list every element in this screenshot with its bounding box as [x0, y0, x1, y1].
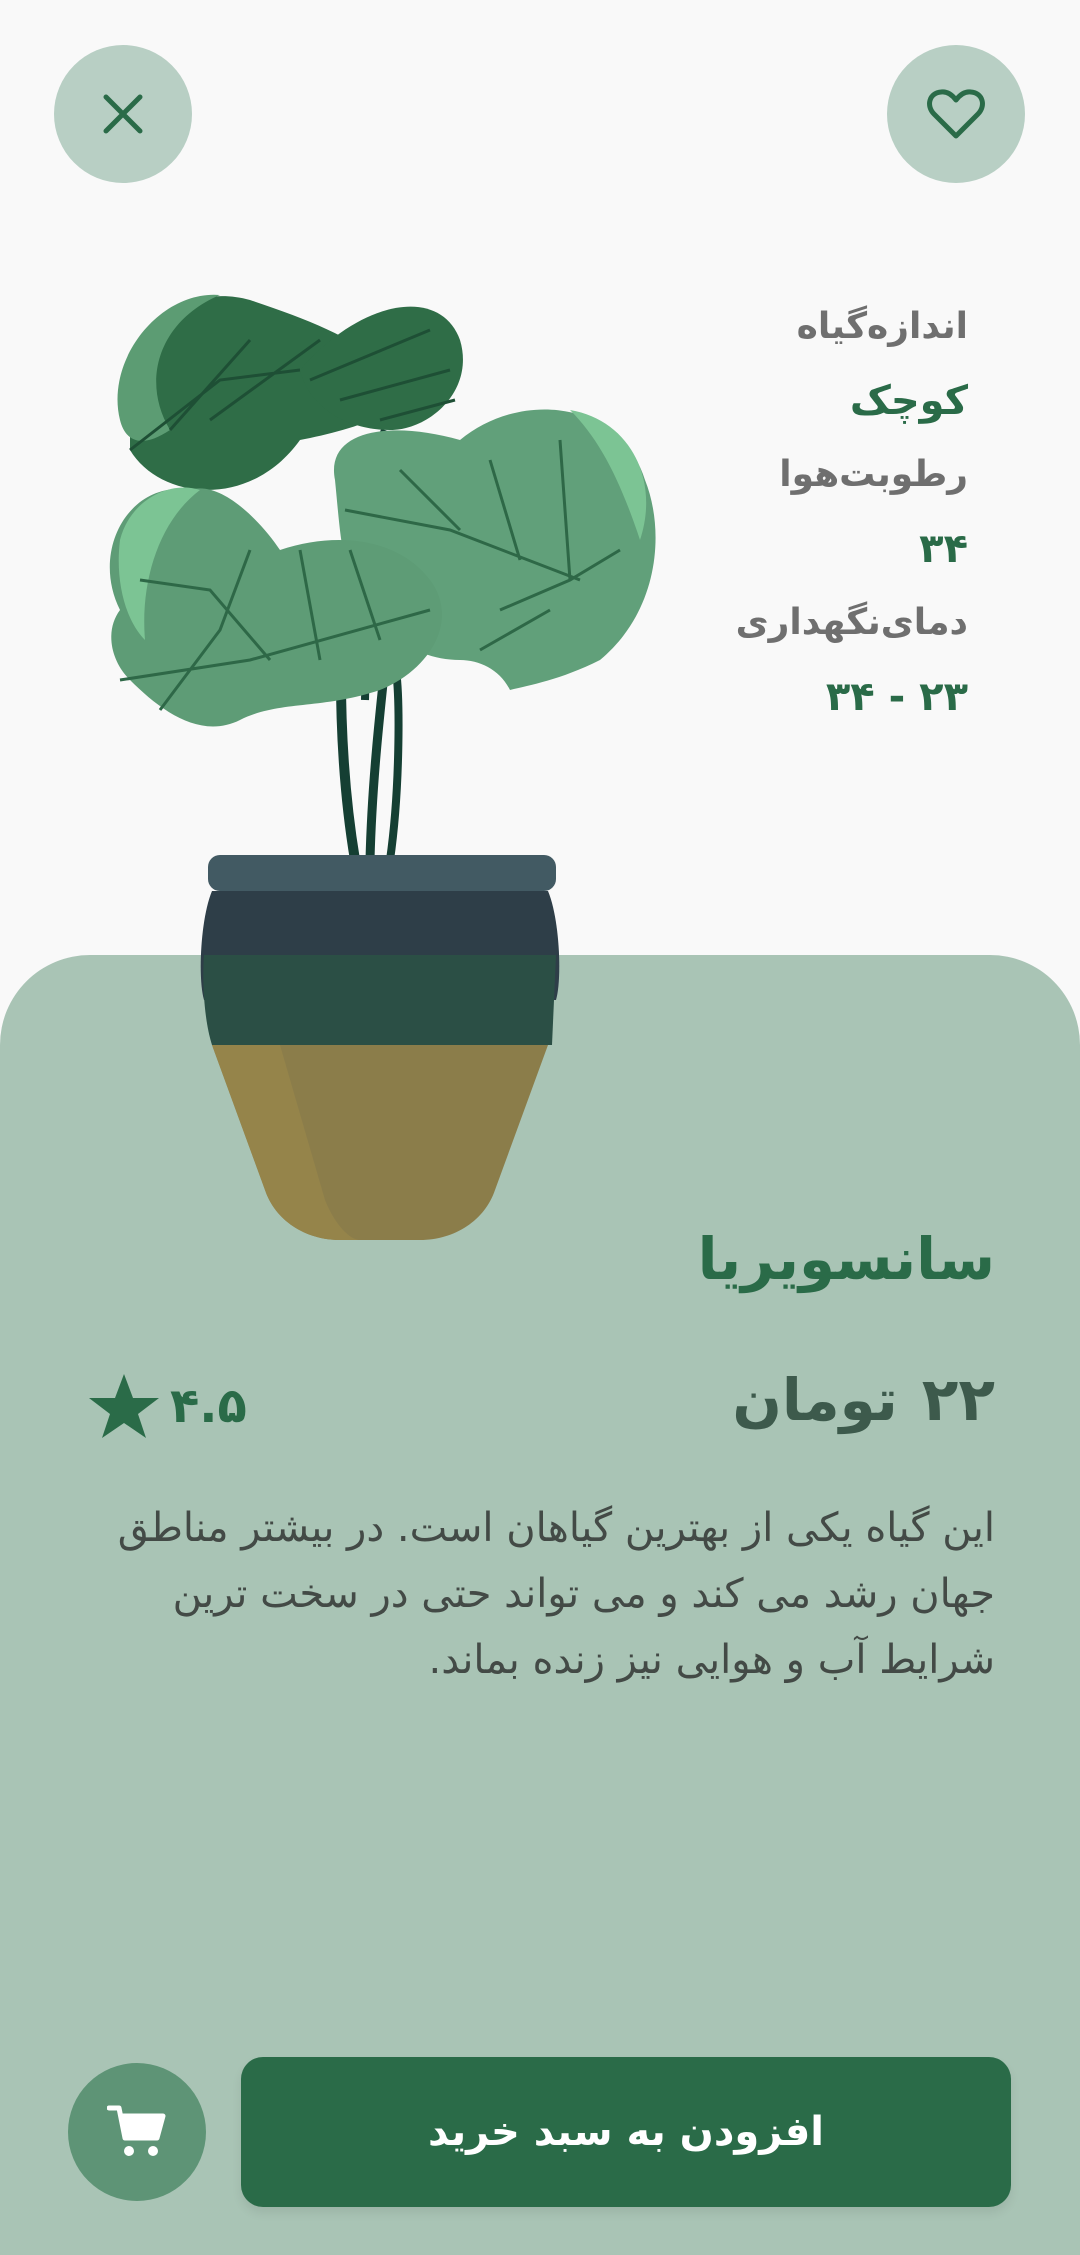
product-price: ۲۲ تومان: [732, 1365, 995, 1435]
star-icon: [89, 1374, 159, 1438]
favorite-button[interactable]: [887, 45, 1025, 183]
close-button[interactable]: [54, 45, 192, 183]
product-description: این گیاه یکی از بهترین گیاهان است. در بی…: [117, 1505, 995, 1683]
price-value: ۲۲: [921, 1365, 995, 1435]
heart-icon: [927, 89, 985, 139]
price-currency: تومان: [732, 1366, 898, 1434]
plant-illustration: [109, 294, 656, 1240]
add-to-cart-button[interactable]: افزودن به سبد خرید: [241, 2057, 1011, 2207]
product-name: سانسویریا: [697, 1225, 995, 1293]
product-rating: ۴.۵: [88, 1372, 247, 1440]
add-to-cart-label: افزودن به سبد خرید: [428, 2109, 824, 2155]
cart-button[interactable]: [68, 2063, 206, 2201]
cart-icon: [107, 2105, 166, 2156]
rating-value: ۴.۵: [170, 1378, 247, 1434]
close-icon: [103, 94, 143, 134]
